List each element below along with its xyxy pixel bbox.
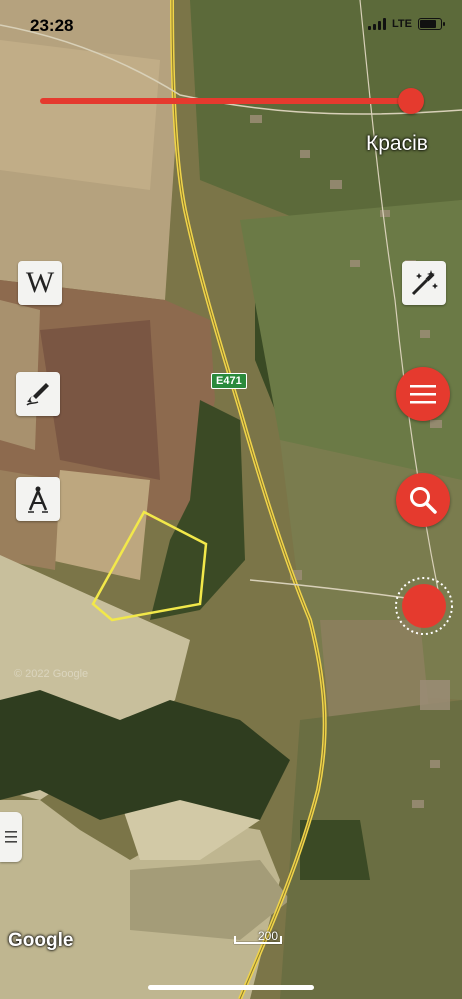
search-icon xyxy=(410,487,437,514)
network-label: LTE xyxy=(392,18,412,30)
compass-icon xyxy=(28,486,48,513)
zoom-slider[interactable] xyxy=(40,88,424,114)
magic-wand-icon xyxy=(411,270,438,296)
draw-button[interactable] xyxy=(16,372,60,416)
zoom-slider-handle[interactable] xyxy=(398,88,424,114)
google-logo: Google xyxy=(8,930,74,951)
status-indicators: LTE xyxy=(368,18,445,30)
brush-icon xyxy=(26,383,49,406)
scale-line xyxy=(234,936,282,944)
location-button[interactable] xyxy=(394,576,454,636)
place-label: Красів xyxy=(366,132,428,155)
hamburger-icon xyxy=(410,385,436,404)
wikipedia-button[interactable]: W xyxy=(18,261,62,305)
home-indicator[interactable] xyxy=(148,985,314,990)
search-button[interactable] xyxy=(396,473,450,527)
road-shield: E471 xyxy=(211,373,247,389)
signal-icon xyxy=(368,18,387,30)
status-time: 23:28 xyxy=(30,16,74,35)
side-panel-tab[interactable] xyxy=(0,812,22,862)
map-watermark: © 2022 Google xyxy=(14,668,89,680)
magic-wand-button[interactable] xyxy=(402,261,446,305)
measure-button[interactable] xyxy=(16,477,60,521)
menu-button[interactable] xyxy=(396,367,450,421)
battery-icon xyxy=(418,18,445,30)
map-scale-bar: 200 xyxy=(234,929,284,946)
menu-lines-icon xyxy=(5,831,17,843)
wikipedia-icon: W xyxy=(25,266,55,299)
scale-label: 200 xyxy=(258,929,279,943)
location-target-icon xyxy=(395,577,453,635)
